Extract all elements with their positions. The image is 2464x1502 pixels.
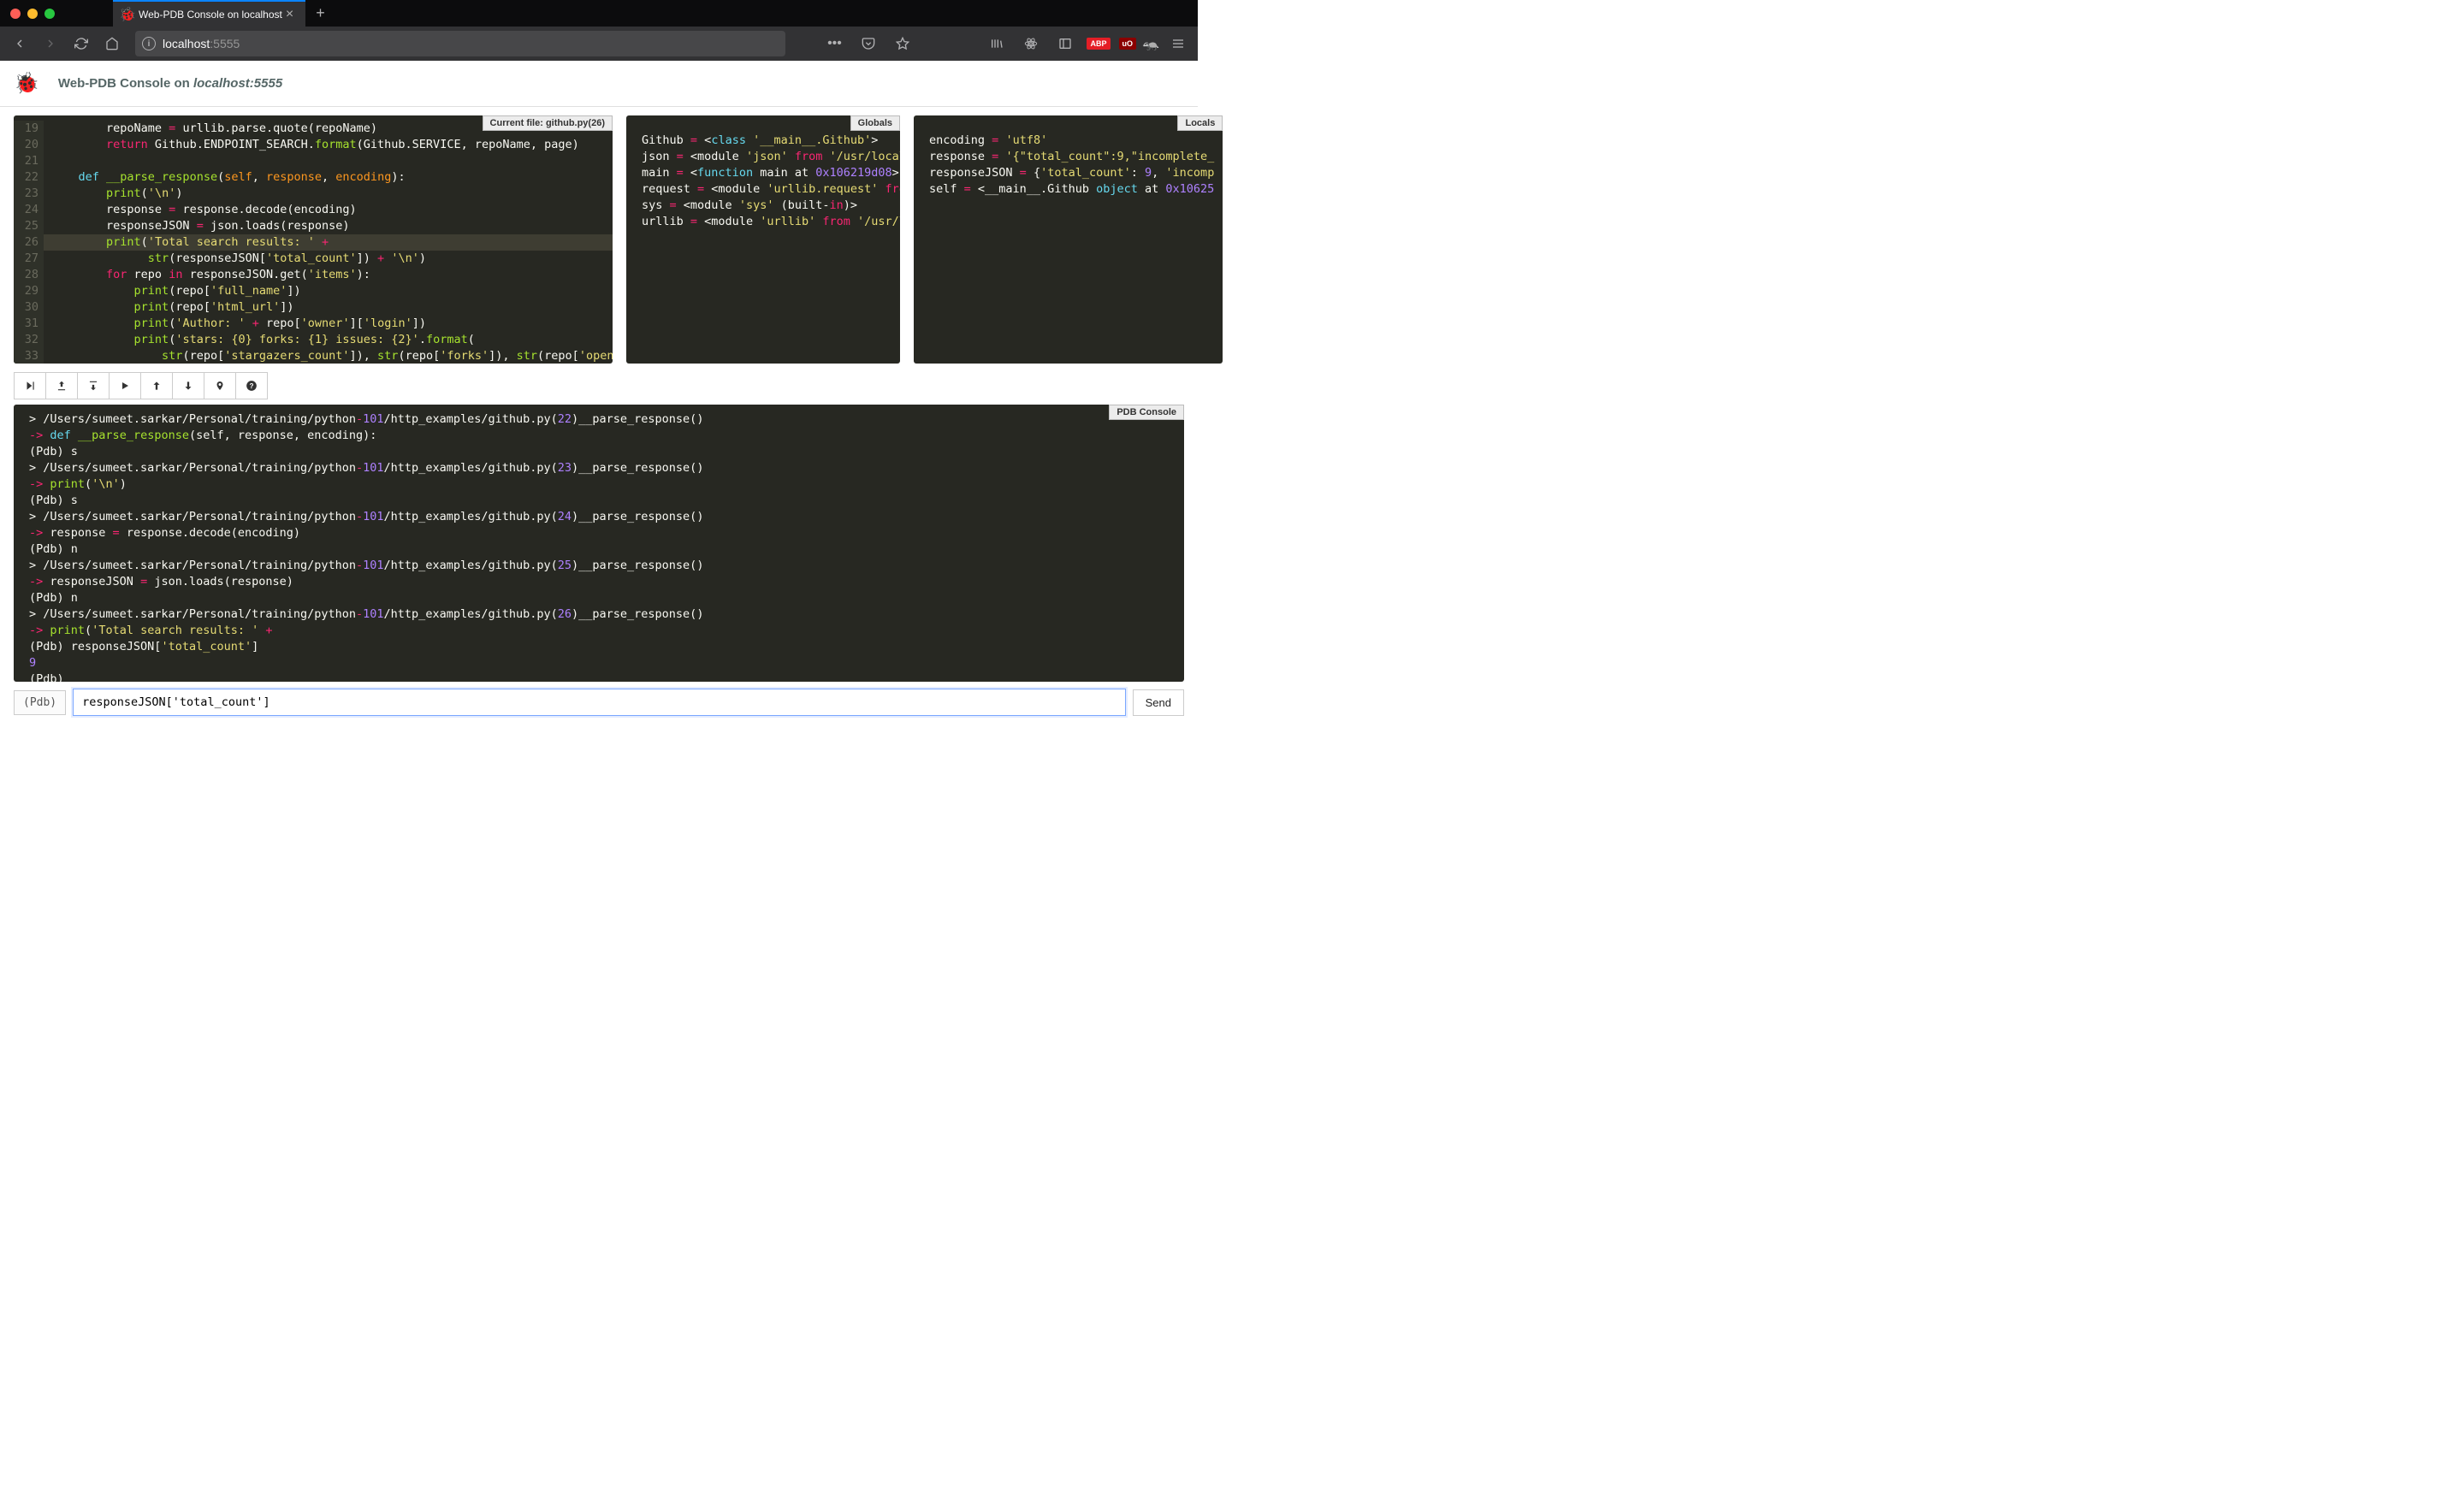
page-actions-button[interactable]: ••• [821, 31, 847, 56]
source-panel-label: Current file: github.py(26) [483, 115, 613, 131]
down-frame-button[interactable] [172, 372, 204, 399]
step-out-button[interactable] [45, 372, 78, 399]
home-button[interactable] [99, 31, 125, 56]
minimize-window-button[interactable] [27, 9, 38, 19]
page-content: 🐞 Web-PDB Console on localhost:5555 Curr… [0, 61, 1198, 723]
ublock-origin-icon[interactable]: uO [1119, 38, 1137, 50]
library-icon[interactable] [984, 31, 1010, 56]
tab-title: Web-PDB Console on localhost [139, 9, 282, 21]
locals-panel-label: Locals [1177, 115, 1223, 131]
bookmark-star-icon[interactable] [890, 31, 915, 56]
bug-icon: 🐞 [121, 9, 133, 21]
locals-panel[interactable]: encoding = 'utf8'response = '{"total_cou… [914, 115, 1223, 364]
sidebar-icon[interactable] [1052, 31, 1078, 56]
prompt-label: (Pdb) [14, 690, 66, 715]
bug-logo-icon: 🐞 [14, 71, 39, 96]
browser-toolbar: i localhost:5555 ••• ABP uO 🦡 [0, 27, 1198, 61]
browser-tab[interactable]: 🐞 Web-PDB Console on localhost × [113, 0, 305, 27]
page-title: Web-PDB Console on localhost:5555 [58, 76, 282, 91]
address-bar[interactable]: i localhost:5555 [135, 31, 785, 56]
continue-button[interactable] [109, 372, 141, 399]
menu-button[interactable] [1165, 31, 1191, 56]
console-panel-label: PDB Console [1109, 405, 1184, 420]
site-info-icon[interactable]: i [142, 37, 156, 50]
svg-text:?: ? [250, 382, 254, 390]
source-code-panel[interactable]: 192021222324252627282930313233 repoName … [14, 115, 613, 364]
browser-tabstrip: 🐞 Web-PDB Console on localhost × + [0, 0, 1198, 27]
help-button[interactable]: ? [235, 372, 268, 399]
up-frame-button[interactable] [140, 372, 173, 399]
close-window-button[interactable] [10, 9, 21, 19]
pdb-console[interactable]: > /Users/sumeet.sarkar/Personal/training… [14, 405, 1184, 682]
pocket-icon[interactable] [856, 31, 881, 56]
where-button[interactable] [204, 372, 236, 399]
send-button[interactable]: Send [1133, 689, 1184, 716]
new-tab-button[interactable]: + [305, 4, 335, 22]
react-devtools-icon[interactable] [1018, 31, 1044, 56]
globals-panel-label: Globals [850, 115, 900, 131]
privacy-badger-icon[interactable]: 🦡 [1145, 38, 1157, 50]
globals-panel[interactable]: Github = <class '__main__.Github'>json =… [626, 115, 900, 364]
window-controls [0, 9, 55, 19]
close-tab-button[interactable]: × [282, 8, 297, 21]
next-frame-button[interactable] [14, 372, 46, 399]
reload-button[interactable] [68, 31, 94, 56]
command-input-row: (Pdb) Send [0, 682, 1198, 723]
back-button[interactable] [7, 31, 33, 56]
forward-button[interactable] [38, 31, 63, 56]
debug-controls: ? [0, 369, 1198, 405]
adblock-plus-icon[interactable]: ABP [1087, 38, 1110, 50]
command-input[interactable] [73, 689, 1125, 716]
maximize-window-button[interactable] [44, 9, 55, 19]
step-over-button[interactable] [77, 372, 110, 399]
page-header: 🐞 Web-PDB Console on localhost:5555 [0, 61, 1198, 107]
url-text: localhost:5555 [163, 37, 240, 50]
